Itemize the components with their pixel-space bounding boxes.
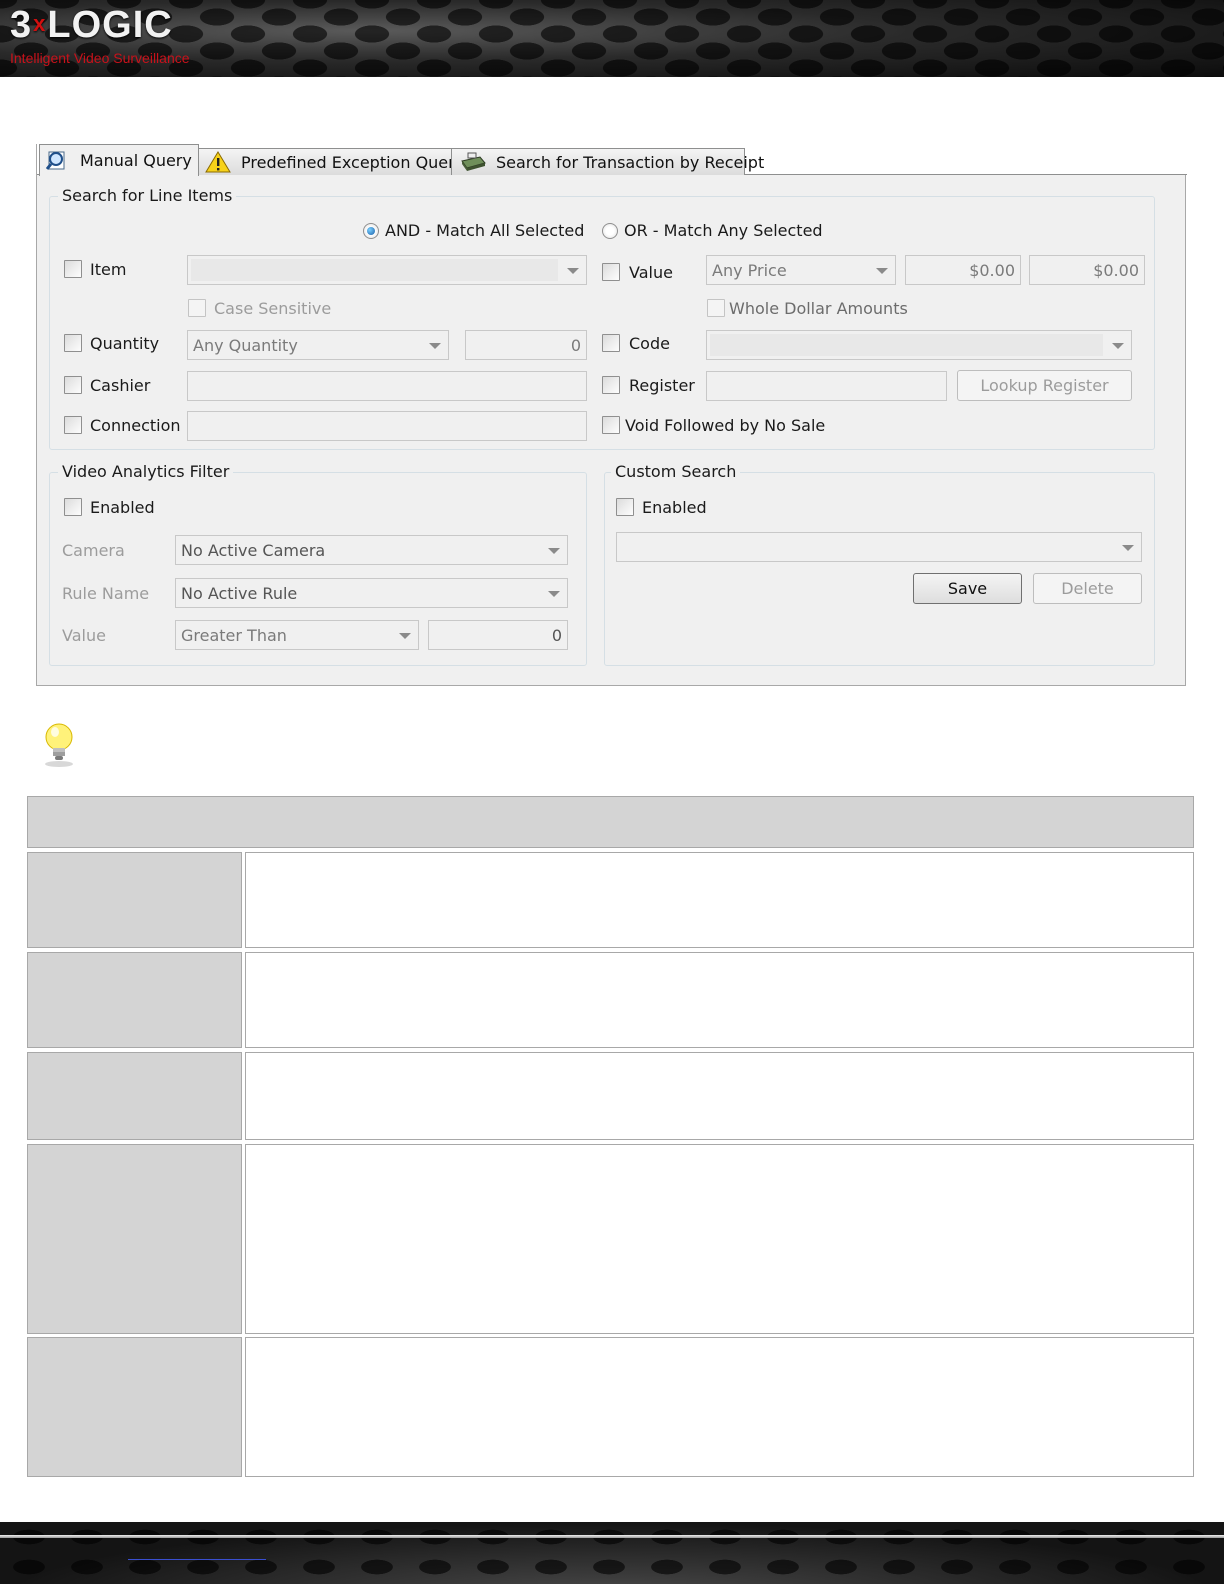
chevron-down-icon	[567, 268, 579, 274]
video-analytics-group-label: Video Analytics Filter	[58, 462, 234, 481]
whole-dollar-label: Whole Dollar Amounts	[729, 299, 908, 318]
custom-search-enabled-label: Enabled	[642, 498, 707, 517]
item-dropdown[interactable]	[187, 255, 587, 285]
chevron-down-icon	[548, 591, 560, 597]
table-row-description-cell	[245, 952, 1194, 1048]
video-analytics-enabled-checkbox[interactable]	[64, 498, 82, 516]
custom-search-enabled-checkbox[interactable]	[616, 498, 634, 516]
chevron-down-icon	[399, 633, 411, 639]
item-label: Item	[90, 260, 127, 279]
price-max-input[interactable]: $0.00	[1029, 255, 1145, 285]
custom-search-dropdown[interactable]	[616, 532, 1142, 562]
footer-banner	[0, 1522, 1224, 1584]
cashier-label: Cashier	[90, 376, 151, 395]
value-label: Value	[629, 263, 673, 282]
analytics-value-label: Value	[62, 626, 106, 645]
value-checkbox[interactable]	[602, 263, 620, 281]
header-banner: 3xLOGIC Intelligent Video Surveillance	[0, 0, 1224, 77]
connection-input[interactable]	[187, 411, 587, 441]
cashier-input[interactable]	[187, 371, 587, 401]
table-row-description-cell	[245, 1144, 1194, 1334]
table-row-label-cell	[27, 952, 242, 1048]
chevron-down-icon	[1112, 343, 1124, 349]
whole-dollar-checkbox[interactable]	[707, 299, 725, 317]
quantity-checkbox[interactable]	[64, 334, 82, 352]
tab-search-transaction-by-receipt-label: Search for Transaction by Receipt	[496, 152, 765, 172]
tab-search-transaction-by-receipt[interactable]: Search for Transaction by Receipt	[451, 148, 764, 175]
footer-link[interactable]	[128, 1559, 266, 1560]
case-sensitive-checkbox[interactable]	[188, 299, 206, 317]
table-header	[27, 796, 1194, 848]
match-all-label: AND - Match All Selected	[385, 221, 585, 240]
warning-icon	[205, 151, 231, 173]
quantity-label: Quantity	[90, 334, 160, 353]
connection-checkbox[interactable]	[64, 416, 82, 434]
footer-texture	[0, 1522, 1224, 1584]
rule-name-dropdown[interactable]: No Active Rule	[175, 578, 568, 608]
camera-label: Camera	[62, 541, 125, 560]
save-button[interactable]: Save	[913, 573, 1022, 604]
connection-label: Connection	[90, 416, 181, 435]
table-row-label-cell	[27, 852, 242, 948]
code-dropdown[interactable]	[706, 330, 1132, 360]
match-any-radio[interactable]	[602, 223, 618, 239]
table-row-label-cell	[27, 1337, 242, 1477]
tab-predefined-exception-query-label: Predefined Exception Query	[241, 152, 465, 172]
table-row-label-cell	[27, 1144, 242, 1334]
code-label: Code	[629, 334, 670, 353]
chevron-down-icon	[876, 268, 888, 274]
quantity-mode-dropdown[interactable]: Any Quantity	[187, 330, 449, 360]
tab-manual-query[interactable]: Manual Query	[39, 144, 199, 176]
case-sensitive-label: Case Sensitive	[214, 299, 332, 318]
cashier-checkbox[interactable]	[64, 376, 82, 394]
query-dialog: Manual Query Predefined Exception Query …	[36, 144, 1187, 686]
chevron-down-icon	[1122, 545, 1134, 551]
price-min-input[interactable]: $0.00	[905, 255, 1021, 285]
void-no-sale-checkbox[interactable]	[602, 416, 620, 434]
rule-name-label: Rule Name	[62, 584, 150, 603]
search-document-icon	[46, 150, 70, 172]
tab-predefined-exception-query[interactable]: Predefined Exception Query	[198, 148, 464, 175]
video-analytics-enabled-label: Enabled	[90, 498, 155, 517]
delete-button[interactable]: Delete	[1033, 573, 1142, 604]
chevron-down-icon	[429, 343, 441, 349]
camera-dropdown[interactable]: No Active Camera	[175, 535, 568, 565]
table-row-description-cell	[245, 852, 1194, 948]
match-any-label: OR - Match Any Selected	[624, 221, 823, 240]
comparison-dropdown[interactable]: Greater Than	[175, 620, 419, 650]
threshold-input[interactable]: 0	[428, 620, 568, 650]
item-checkbox[interactable]	[64, 260, 82, 278]
lightbulb-icon	[38, 720, 80, 768]
table-row-description-cell	[245, 1052, 1194, 1140]
company-tagline: Intelligent Video Surveillance	[10, 50, 190, 66]
tab-bar: Manual Query Predefined Exception Query …	[37, 144, 1187, 176]
tab-manual-query-label: Manual Query	[80, 151, 192, 170]
quantity-input[interactable]: 0	[465, 330, 587, 360]
table-row-label-cell	[27, 1052, 242, 1140]
register-input[interactable]	[706, 371, 947, 401]
cash-register-icon	[458, 151, 486, 173]
footer-divider	[0, 1535, 1224, 1538]
code-checkbox[interactable]	[602, 334, 620, 352]
company-logo: 3xLOGIC	[10, 4, 173, 46]
void-no-sale-label: Void Followed by No Sale	[625, 416, 826, 435]
match-all-radio[interactable]	[363, 223, 379, 239]
chevron-down-icon	[548, 548, 560, 554]
lookup-register-button[interactable]: Lookup Register	[957, 370, 1132, 401]
line-items-group-label: Search for Line Items	[58, 186, 237, 205]
price-mode-dropdown[interactable]: Any Price	[706, 255, 896, 285]
table-row-description-cell	[245, 1337, 1194, 1477]
register-label: Register	[629, 376, 695, 395]
custom-search-group-label: Custom Search	[611, 462, 741, 481]
register-checkbox[interactable]	[602, 376, 620, 394]
